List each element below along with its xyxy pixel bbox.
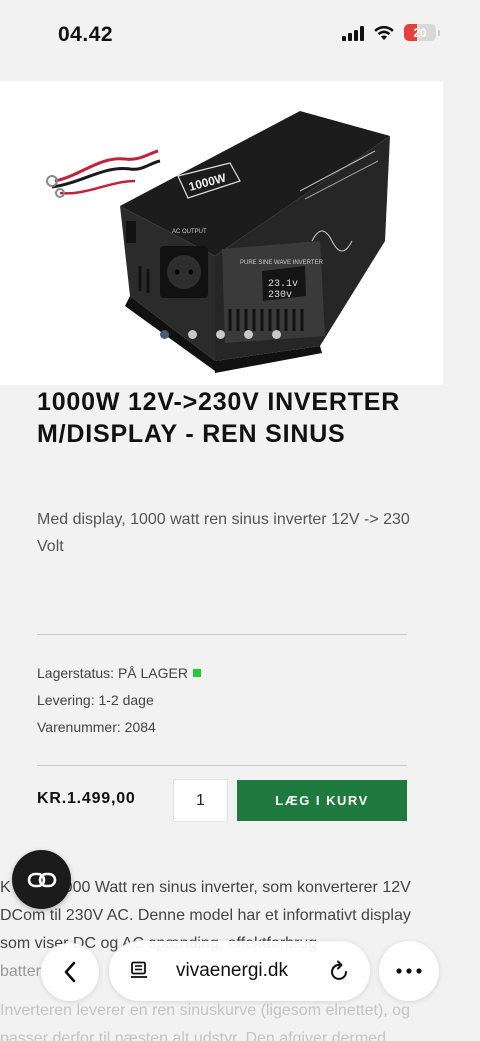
reload-icon[interactable]	[330, 960, 350, 982]
carousel-dot[interactable]	[188, 330, 197, 339]
more-options-button[interactable]	[379, 941, 439, 1001]
battery-level: 20	[413, 25, 427, 40]
product-title: 1000W 12V->230V INVERTER M/DISPLAY - REN…	[37, 388, 401, 448]
status-time: 04.42	[58, 23, 114, 46]
link-icon	[27, 872, 56, 887]
add-to-cart-button[interactable]: LÆG I KURV	[237, 780, 407, 821]
description-text: batter	[0, 963, 41, 980]
carousel-dot[interactable]	[272, 330, 281, 339]
url-text[interactable]: vivaenergi.dk	[176, 960, 288, 982]
divider	[37, 765, 407, 766]
svg-text:230v: 230v	[268, 290, 292, 301]
quantity-input[interactable]: 1	[173, 779, 228, 822]
svg-text:23.1v: 23.1v	[268, 279, 298, 290]
status-icons: 20	[342, 24, 440, 41]
battery-icon: 20	[404, 24, 436, 41]
description-text: DC	[0, 907, 24, 924]
divider	[37, 634, 407, 635]
description-text: passer derfor til næsten alt udstyr. Den…	[0, 1030, 386, 1041]
cellular-signal-icon	[342, 25, 364, 41]
in-stock-indicator	[192, 669, 201, 677]
chevron-left-icon	[64, 961, 76, 983]
description-text: om til 230V AC. Denne model har et infor…	[23, 907, 411, 924]
svg-text:PURE SINE WAVE INVERTER: PURE SINE WAVE INVERTER	[240, 260, 324, 266]
address-bar[interactable]: vivaenergi.dk	[109, 941, 370, 1001]
carousel-dot[interactable]	[216, 330, 225, 339]
carousel-dot[interactable]	[244, 330, 253, 339]
battery-tip	[438, 29, 440, 36]
description-text: Inverteren leverer en ren sinuskurve (li…	[0, 1002, 410, 1019]
wifi-icon	[374, 25, 394, 40]
product-price: KR.1.499,00	[37, 790, 136, 807]
description-text: K	[0, 879, 11, 896]
stock-status-label: Lagerstatus: PÅ LAGER	[37, 665, 188, 681]
description-text: 000 Watt ren sinus inverter, som konvert…	[63, 879, 411, 896]
product-image[interactable]: 1000W 23.1v 230v PURE SINE WAVE INVERTER…	[0, 81, 443, 385]
product-short-description: Med display, 1000 watt ren sinus inverte…	[37, 511, 410, 555]
reader-icon[interactable]	[130, 961, 149, 981]
stock-status: Lagerstatus: PÅ LAGER	[37, 665, 201, 681]
carousel-dots	[0, 330, 480, 339]
floating-link-button[interactable]	[12, 850, 71, 909]
ellipsis-icon	[396, 968, 422, 974]
back-button[interactable]	[41, 943, 99, 1001]
delivery-info: Levering: 1-2 dage	[37, 692, 154, 708]
svg-text:AC OUTPUT: AC OUTPUT	[172, 229, 207, 235]
inverter-photo: 1000W 23.1v 230v PURE SINE WAVE INVERTER…	[46, 111, 390, 373]
status-bar: 04.42 20	[0, 0, 480, 72]
sku: Varenummer: 2084	[37, 719, 156, 735]
carousel-dot[interactable]	[160, 330, 169, 339]
